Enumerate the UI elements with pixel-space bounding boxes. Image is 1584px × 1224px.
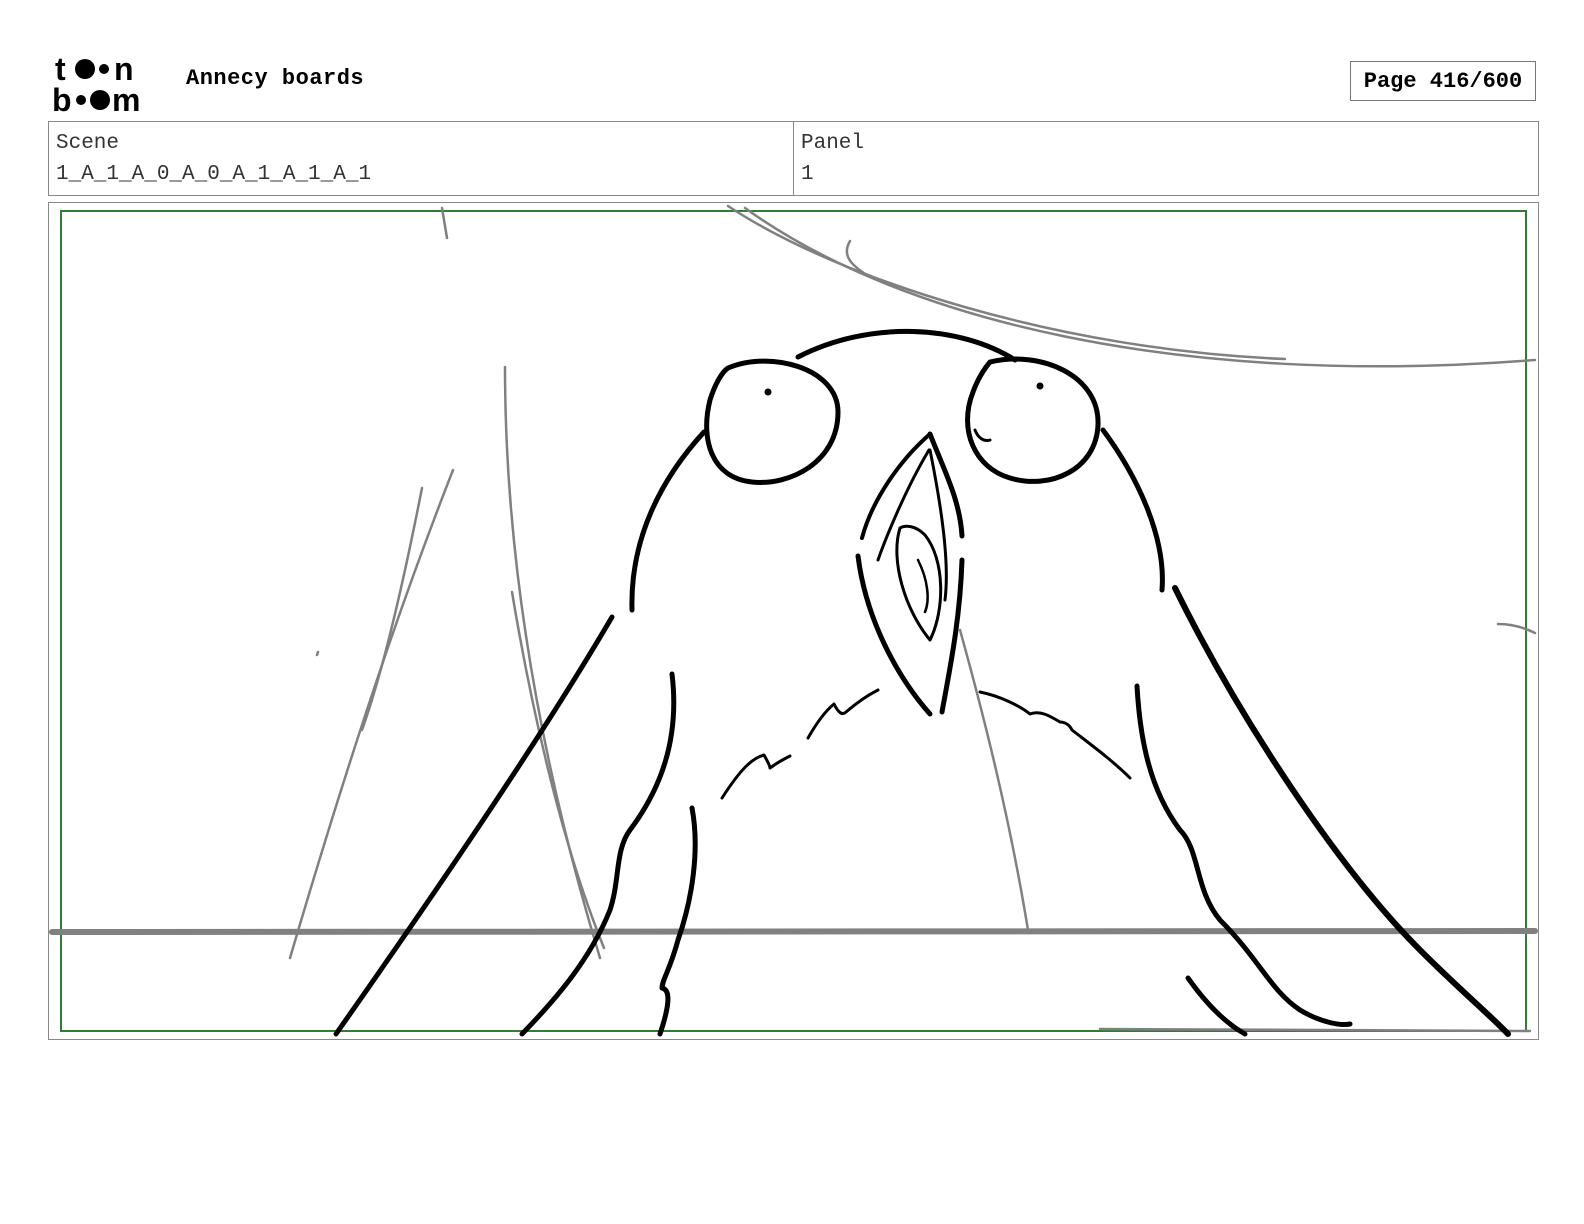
page-counter: Page 416/600 [1350, 61, 1536, 101]
svg-text:b: b [52, 82, 72, 114]
scene-cell: Scene 1_A_1_A_0_A_0_A_1_A_1_A_1 [49, 122, 793, 195]
panel-cell: Panel 1 [793, 122, 1538, 195]
panel-value: 1 [801, 163, 814, 186]
scene-panel-info-table: Scene 1_A_1_A_0_A_0_A_1_A_1_A_1 Panel 1 [48, 121, 1539, 196]
scene-label: Scene [56, 132, 120, 155]
scene-value: 1_A_1_A_0_A_0_A_1_A_1_A_1 [56, 163, 372, 186]
svg-text:m: m [112, 82, 140, 114]
toon-boom-logo-icon: t n b m [52, 51, 140, 114]
safe-area-frame [60, 210, 1527, 1032]
panel-label: Panel [801, 132, 865, 155]
project-title: Annecy boards [186, 66, 365, 91]
